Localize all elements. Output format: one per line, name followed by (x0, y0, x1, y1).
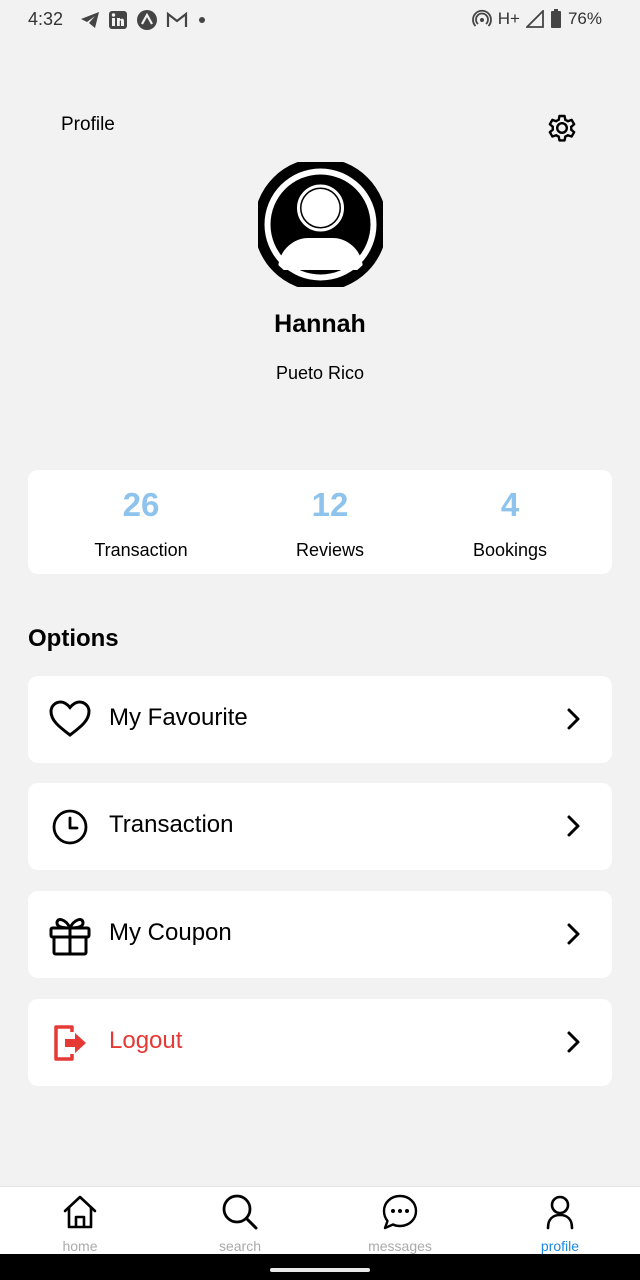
nav-messages[interactable]: messages (340, 1187, 460, 1255)
search-icon (222, 1194, 258, 1230)
home-icon (63, 1195, 97, 1229)
options-heading: Options (28, 625, 119, 652)
stat-label: Transaction (94, 540, 188, 560)
stat-value: 26 (122, 486, 160, 523)
signal-icon (525, 10, 544, 28)
stat-label: Reviews (295, 540, 365, 560)
chevron-right-icon (567, 708, 580, 730)
user-avatar-icon (254, 158, 387, 291)
nav-search[interactable]: search (180, 1187, 300, 1255)
option-my-coupon[interactable]: My Coupon (28, 891, 612, 978)
option-label: My Coupon (109, 919, 232, 946)
chevron-right-icon (567, 1031, 580, 1053)
stat-bookings[interactable]: 4 Bookings (415, 470, 605, 574)
bottom-nav: home search messages profile (0, 1186, 640, 1255)
stat-value: 12 (311, 486, 349, 523)
hotspot-icon (471, 9, 492, 27)
option-transaction[interactable]: Transaction (28, 783, 612, 870)
clock-icon (52, 809, 88, 845)
network-type: H+ (497, 9, 520, 28)
option-logout[interactable]: Logout (28, 999, 612, 1086)
chevron-right-icon (567, 815, 580, 837)
gmail-icon (166, 11, 188, 27)
home-handle[interactable] (270, 1268, 370, 1272)
battery-icon (550, 9, 561, 28)
user-name: Hannah (274, 310, 366, 338)
chevron-right-icon (567, 923, 580, 945)
stat-label: Bookings (472, 540, 548, 560)
nav-label: messages (368, 1238, 432, 1254)
telegram-icon (81, 12, 99, 28)
nav-home[interactable]: home (20, 1187, 140, 1255)
stats-card: 26 Transaction 12 Reviews 4 Bookings (28, 470, 612, 574)
option-label: My Favourite (109, 704, 248, 731)
status-time: 4:32 (28, 9, 64, 29)
logout-icon (54, 1025, 86, 1061)
nav-label: search (218, 1238, 262, 1254)
option-label: Logout (109, 1027, 183, 1054)
user-location: Pueto Rico (275, 363, 365, 383)
app-icon (137, 10, 157, 30)
stat-reviews[interactable]: 12 Reviews (235, 470, 425, 574)
dot-icon (199, 17, 205, 23)
status-bar: 4:32 H+ 76% (0, 0, 640, 40)
settings-button[interactable] (544, 110, 580, 146)
nav-label: profile (540, 1238, 580, 1254)
option-label: Transaction (109, 811, 234, 838)
chat-icon (382, 1194, 418, 1230)
page-title: Profile (61, 114, 115, 135)
stat-transaction[interactable]: 26 Transaction (46, 470, 236, 574)
linkedin-icon (109, 11, 127, 29)
option-my-favourite[interactable]: My Favourite (28, 676, 612, 763)
nav-label: home (62, 1238, 98, 1254)
battery-level: 76% (567, 9, 602, 28)
user-icon (546, 1195, 574, 1230)
avatar[interactable] (254, 158, 387, 291)
gear-icon (548, 114, 576, 142)
gesture-bar (0, 1254, 640, 1280)
heart-icon (49, 700, 91, 737)
nav-profile[interactable]: profile (500, 1187, 620, 1255)
stat-value: 4 (500, 486, 520, 523)
notification-icons (80, 9, 208, 31)
system-status: H+ 76% (471, 9, 602, 29)
gift-icon (49, 918, 91, 956)
